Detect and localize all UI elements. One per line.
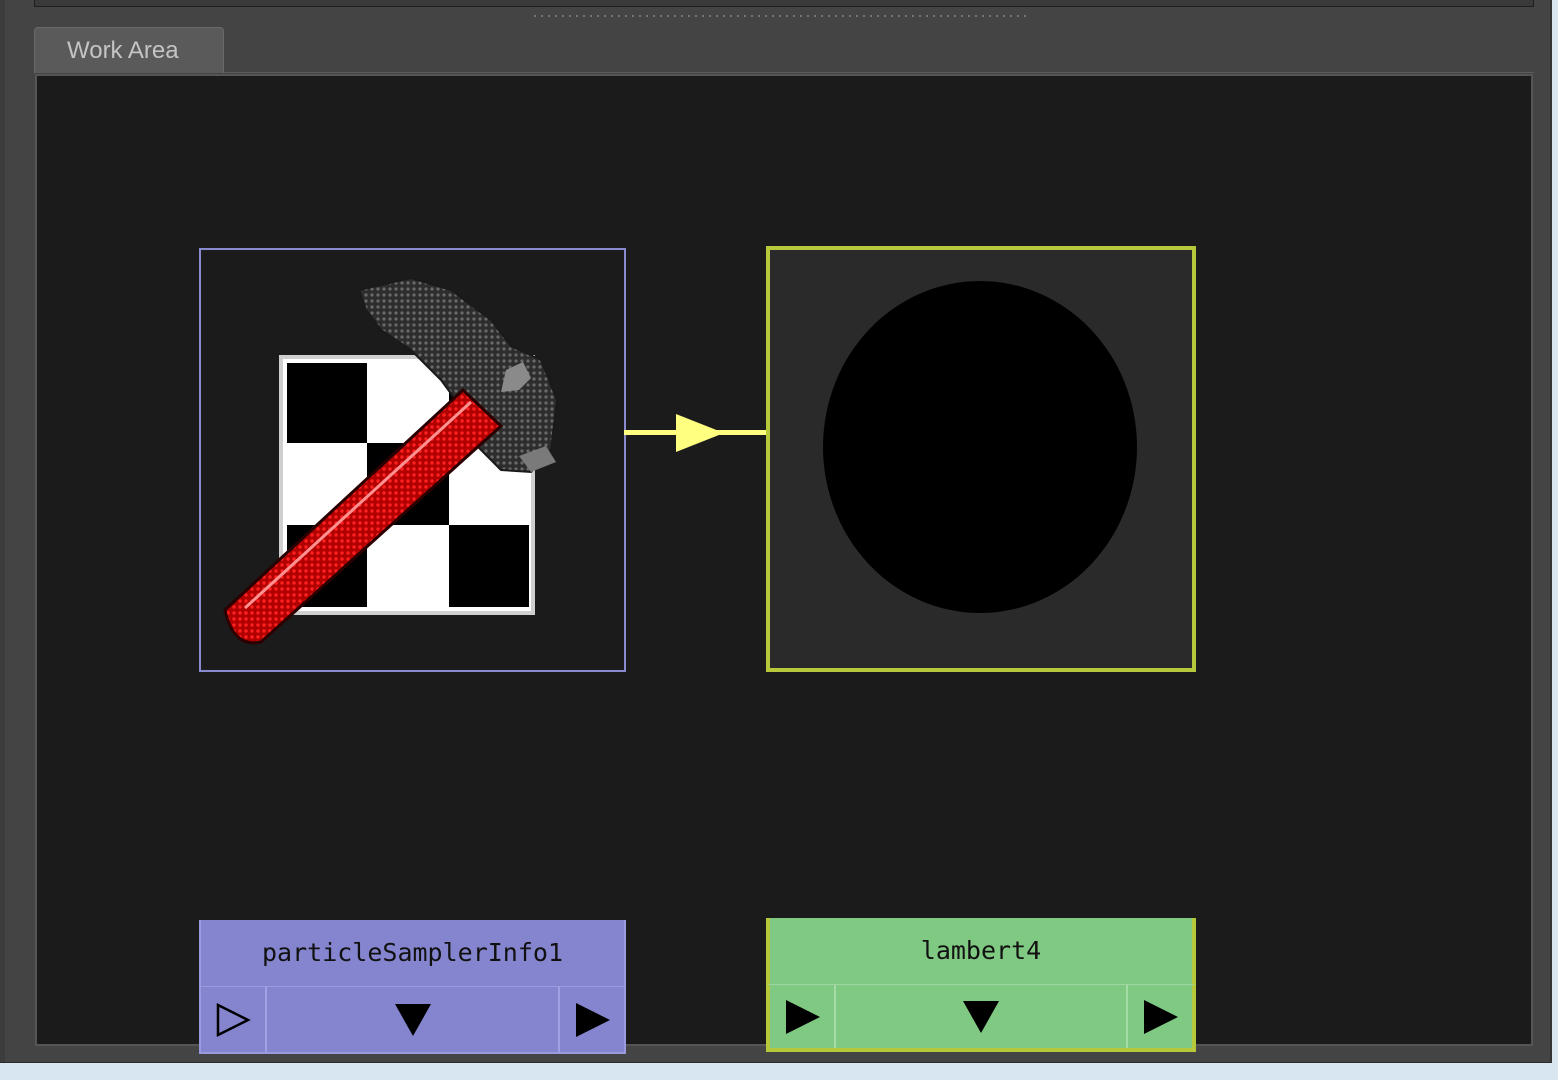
triangle-down-icon (394, 1003, 431, 1036)
expand-node-button[interactable] (836, 985, 1126, 1048)
node-swatch[interactable] (766, 246, 1196, 672)
panel-right-edge (1534, 0, 1550, 1062)
tab-work-area[interactable]: Work Area (34, 27, 224, 73)
output-port-button[interactable] (558, 987, 624, 1052)
window-bottom-edge (0, 1063, 1558, 1080)
node-label[interactable]: particleSamplerInfo1 (199, 920, 626, 986)
node-label[interactable]: lambert4 (766, 918, 1196, 984)
node-button-row (199, 986, 626, 1054)
hypershade-panel: Work Area particleSamplerInfo1 lambert4 (0, 0, 1552, 1064)
tab-bar-divider (224, 72, 1534, 73)
node-button-row (766, 984, 1196, 1052)
upper-panel-edge (34, 0, 1534, 7)
shader-sphere-icon (823, 281, 1137, 613)
output-port-button[interactable] (1126, 985, 1192, 1048)
play-icon (1144, 999, 1178, 1034)
node-lambert[interactable]: lambert4 (766, 246, 1196, 1052)
expand-node-button[interactable] (267, 987, 558, 1052)
tab-work-area-label: Work Area (67, 37, 179, 64)
splitter-grip[interactable] (534, 13, 1026, 19)
input-port-button[interactable] (201, 987, 267, 1052)
panel-left-edge (0, 0, 5, 1062)
triangle-down-icon (963, 1000, 999, 1033)
particle-sampler-icon (223, 276, 559, 645)
connection-arrow[interactable] (624, 410, 770, 456)
node-swatch[interactable] (199, 248, 626, 672)
hollow-play-icon (216, 1002, 251, 1037)
play-icon (786, 999, 820, 1034)
node-particle-sampler-info[interactable]: particleSamplerInfo1 (199, 248, 626, 1054)
input-port-button[interactable] (770, 985, 836, 1048)
play-icon (576, 1002, 610, 1037)
